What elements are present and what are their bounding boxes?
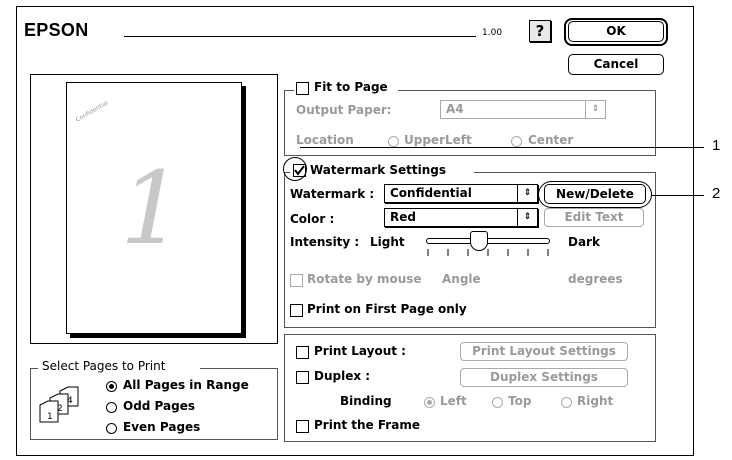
intensity-slider-thumb[interactable]	[470, 231, 489, 251]
pages-even-radio[interactable]	[106, 423, 117, 434]
svg-text:4: 4	[67, 396, 73, 406]
intensity-label: Intensity :	[290, 235, 360, 249]
rotate-by-mouse-checkbox[interactable]	[290, 274, 303, 287]
print-layout-checkbox[interactable]	[296, 346, 309, 359]
print-frame-checkbox[interactable]	[296, 420, 309, 433]
brand-logo: EPSON	[24, 20, 89, 40]
print-frame-label: Print the Frame	[314, 418, 420, 432]
duplex-settings-button[interactable]: Duplex Settings	[460, 368, 628, 387]
new-delete-button[interactable]: New/Delete	[544, 184, 646, 204]
callout-line-1	[300, 147, 704, 148]
first-page-only-label: Print on First Page only	[307, 302, 467, 316]
pages-odd-radio[interactable]	[106, 402, 117, 413]
page-order-icon: 1 2 4	[39, 386, 79, 423]
binding-left-label: Left	[440, 394, 467, 408]
preview-page-number: 1	[120, 150, 184, 267]
intensity-dark-label: Dark	[568, 235, 600, 249]
binding-right-label: Right	[577, 394, 614, 408]
popup-arrows-icon: ⇕	[517, 209, 537, 226]
select-pages-title: Select Pages to Print	[42, 359, 166, 373]
print-layout-settings-button[interactable]: Print Layout Settings	[460, 342, 628, 361]
color-select[interactable]: Red ⇕	[384, 208, 538, 227]
callout-ring-1	[283, 157, 307, 181]
binding-left-radio[interactable]	[424, 397, 435, 408]
edit-text-button[interactable]: Edit Text	[544, 208, 644, 227]
duplex-label: Duplex :	[314, 369, 371, 383]
location-center-label: Center	[528, 133, 574, 147]
fit-to-page-label: Fit to Page	[314, 80, 388, 94]
binding-right-radio[interactable]	[561, 397, 572, 408]
pages-all-radio[interactable]	[106, 381, 117, 392]
watermark-select[interactable]: Confidential ⇕	[384, 184, 538, 203]
slider-ticks	[427, 249, 549, 256]
first-page-only-checkbox[interactable]	[290, 304, 303, 317]
svg-text:1: 1	[47, 412, 53, 422]
location-upperleft-radio[interactable]	[388, 136, 399, 147]
popup-arrows-icon: ⇕	[517, 185, 537, 202]
watermark-settings-label: Watermark Settings	[310, 163, 447, 177]
fit-to-page-checkbox[interactable]	[296, 82, 309, 95]
rotate-by-mouse-label: Rotate by mouse	[307, 272, 422, 286]
ok-button[interactable]: OK	[568, 21, 664, 42]
degrees-label: degrees	[568, 272, 623, 286]
location-upperleft-label: UpperLeft	[404, 133, 472, 147]
intensity-light-label: Light	[370, 235, 405, 249]
svg-text:2: 2	[57, 404, 63, 414]
output-paper-label: Output Paper:	[296, 103, 392, 117]
location-center-radio[interactable]	[511, 136, 522, 147]
binding-top-label: Top	[508, 394, 532, 408]
callout-number-1: 1	[712, 137, 721, 154]
color-label: Color :	[290, 212, 335, 226]
duplex-checkbox[interactable]	[296, 371, 309, 384]
binding-label: Binding	[340, 394, 392, 408]
print-layout-label: Print Layout :	[314, 344, 406, 358]
watermark-label: Watermark :	[290, 187, 375, 201]
output-paper-select[interactable]: A4 ⇕	[440, 100, 606, 119]
version-label: 1.00	[482, 28, 503, 38]
callout-number-2: 2	[712, 185, 721, 202]
binding-top-radio[interactable]	[492, 397, 503, 408]
header-divider	[124, 36, 476, 37]
pages-odd-label: Odd Pages	[123, 399, 195, 413]
popup-arrows-icon: ⇕	[585, 101, 605, 118]
angle-label: Angle	[442, 272, 481, 286]
location-label: Location	[296, 133, 354, 147]
cancel-button[interactable]: Cancel	[568, 54, 664, 75]
pages-even-label: Even Pages	[123, 420, 201, 434]
pages-all-label: All Pages in Range	[123, 378, 249, 392]
callout-line-2	[652, 195, 704, 196]
help-button[interactable]: ?	[529, 20, 551, 42]
